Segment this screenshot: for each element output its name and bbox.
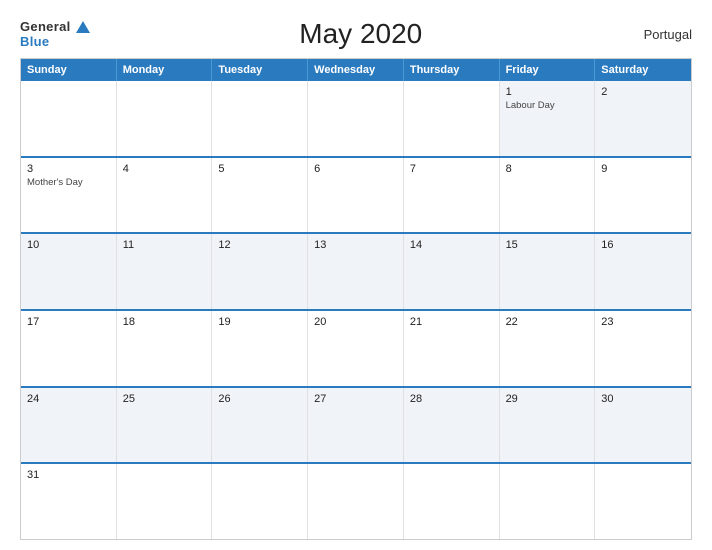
week-row-1: 1 Labour Day 2: [21, 81, 691, 156]
day-number: 21: [410, 316, 493, 328]
day-cell: 19: [212, 311, 308, 386]
day-cell: 30: [595, 388, 691, 463]
day-cell: 18: [117, 311, 213, 386]
day-number: 5: [218, 163, 301, 175]
day-cell: 17: [21, 311, 117, 386]
day-cell: 12: [212, 234, 308, 309]
calendar-page: General Blue May 2020 Portugal SundayMon…: [0, 0, 712, 550]
day-cell: 2: [595, 81, 691, 156]
day-number: 17: [27, 316, 110, 328]
day-cell: [117, 464, 213, 539]
day-cell: 29: [500, 388, 596, 463]
day-number: 15: [506, 239, 589, 251]
day-header-friday: Friday: [500, 59, 596, 81]
day-number: 11: [123, 239, 206, 251]
day-number: 7: [410, 163, 493, 175]
day-cell: 13: [308, 234, 404, 309]
day-cell: [308, 81, 404, 156]
day-cell: [21, 81, 117, 156]
day-cell: [117, 81, 213, 156]
day-number: 8: [506, 163, 589, 175]
day-cell: 10: [21, 234, 117, 309]
day-cell: 27: [308, 388, 404, 463]
day-number: 26: [218, 393, 301, 405]
day-header-thursday: Thursday: [404, 59, 500, 81]
day-header-wednesday: Wednesday: [308, 59, 404, 81]
day-number: 6: [314, 163, 397, 175]
logo-general-text: General: [20, 19, 71, 34]
day-number: 14: [410, 239, 493, 251]
day-cell: 9: [595, 158, 691, 233]
day-cell: [212, 464, 308, 539]
week-row-5: 24 25 26 27 28 29 30: [21, 386, 691, 463]
day-cell: 31: [21, 464, 117, 539]
day-number: 29: [506, 393, 589, 405]
day-number: 18: [123, 316, 206, 328]
day-cell: 7: [404, 158, 500, 233]
day-header-tuesday: Tuesday: [212, 59, 308, 81]
day-number: 23: [601, 316, 685, 328]
day-cell: [500, 464, 596, 539]
day-cell: [308, 464, 404, 539]
month-title: May 2020: [90, 18, 632, 50]
day-cell: [212, 81, 308, 156]
day-cell: 8: [500, 158, 596, 233]
day-cell: 4: [117, 158, 213, 233]
day-header-monday: Monday: [117, 59, 213, 81]
day-number: 31: [27, 469, 110, 481]
day-number: 28: [410, 393, 493, 405]
day-header-sunday: Sunday: [21, 59, 117, 81]
weeks-container: 1Labour Day23Mother's Day456789101112131…: [21, 81, 691, 539]
week-row-6: 31: [21, 462, 691, 539]
day-number: 10: [27, 239, 110, 251]
day-number: 13: [314, 239, 397, 251]
day-event: Labour Day: [506, 100, 589, 111]
day-number: 4: [123, 163, 206, 175]
day-cell: [595, 464, 691, 539]
day-cell: 20: [308, 311, 404, 386]
day-cell: 16: [595, 234, 691, 309]
day-number: 30: [601, 393, 685, 405]
logo-blue-text: Blue: [20, 34, 49, 49]
country-label: Portugal: [632, 27, 692, 42]
day-cell: 15: [500, 234, 596, 309]
day-number: 3: [27, 163, 110, 175]
day-cell: 14: [404, 234, 500, 309]
day-cell: 24: [21, 388, 117, 463]
day-number: 19: [218, 316, 301, 328]
day-header-saturday: Saturday: [595, 59, 691, 81]
day-number: 9: [601, 163, 685, 175]
day-cell: 5: [212, 158, 308, 233]
day-number: 22: [506, 316, 589, 328]
day-number: 24: [27, 393, 110, 405]
week-row-3: 10 11 12 13 14 15 16: [21, 232, 691, 309]
calendar: SundayMondayTuesdayWednesdayThursdayFrid…: [20, 58, 692, 540]
day-number: 20: [314, 316, 397, 328]
day-cell: 23: [595, 311, 691, 386]
day-cell: 28: [404, 388, 500, 463]
day-number: 12: [218, 239, 301, 251]
day-number: 27: [314, 393, 397, 405]
week-row-4: 17 18 19 20 21 22 23: [21, 309, 691, 386]
day-cell: [404, 464, 500, 539]
day-cell: [404, 81, 500, 156]
day-number: 1: [506, 86, 589, 98]
header: General Blue May 2020 Portugal: [20, 18, 692, 50]
week-row-2: 3Mother's Day456789: [21, 156, 691, 233]
day-cell: 25: [117, 388, 213, 463]
day-cell: 21: [404, 311, 500, 386]
day-cell: 3 Mother's Day: [21, 158, 117, 233]
day-cell: 11: [117, 234, 213, 309]
day-cell: 1 Labour Day: [500, 81, 596, 156]
day-event: Mother's Day: [27, 177, 110, 188]
day-cell: 22: [500, 311, 596, 386]
day-cell: 6: [308, 158, 404, 233]
days-header: SundayMondayTuesdayWednesdayThursdayFrid…: [21, 59, 691, 81]
day-number: 16: [601, 239, 685, 251]
day-number: 2: [601, 86, 685, 98]
day-cell: 26: [212, 388, 308, 463]
logo: General Blue: [20, 19, 90, 49]
logo-triangle-icon: [76, 21, 90, 33]
day-number: 25: [123, 393, 206, 405]
